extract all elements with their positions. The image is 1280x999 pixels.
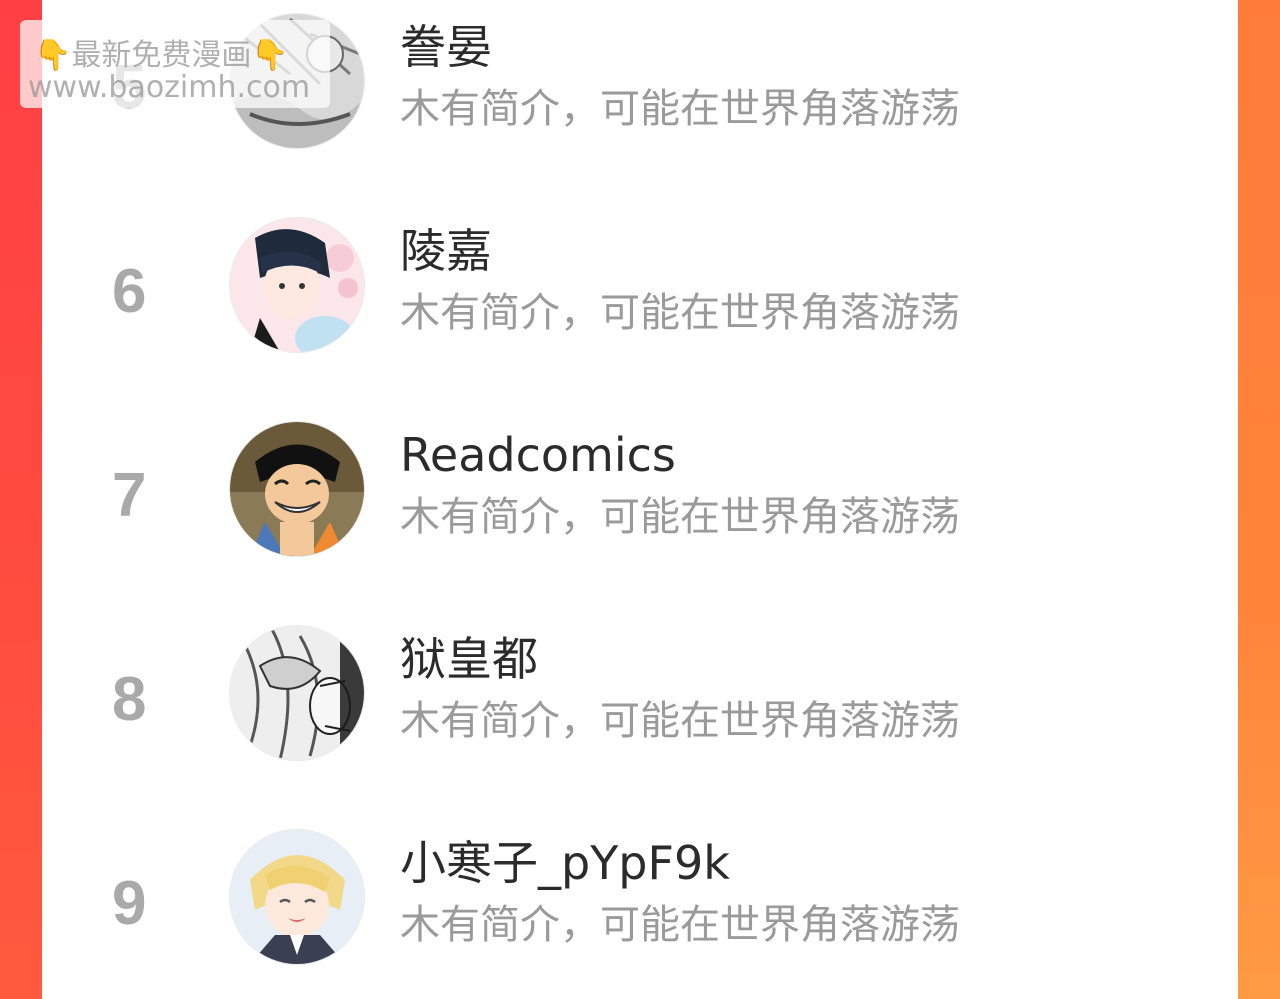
watermark-line-1: 👇最新免费漫画👇: [34, 30, 289, 74]
rank-number: 7: [112, 461, 147, 530]
site-watermark: 👇最新免费漫画👇 www.baozimh.com: [20, 20, 330, 108]
ranking-row-6[interactable]: 6 陵嘉 木有简介，可能在世界角落游荡: [42, 148, 1238, 352]
pointing-down-hand-icon: 👇: [251, 38, 289, 73]
pointing-down-hand-icon: 👇: [34, 38, 72, 73]
user-name[interactable]: 陵嘉: [400, 228, 492, 274]
rank-number: 9: [112, 869, 147, 938]
watermark-url: www.baozimh.com: [28, 70, 311, 105]
user-name[interactable]: 小寒子_pYpF9k: [400, 840, 730, 886]
user-bio: 木有简介，可能在世界角落游荡: [400, 290, 960, 336]
user-name[interactable]: Readcomics: [400, 432, 676, 478]
right-page-border: [1238, 0, 1280, 999]
user-name[interactable]: 狱皇都: [400, 636, 538, 682]
ranking-row-7[interactable]: 7 Readcomics 木有简介，可能在世界角落游荡: [42, 352, 1238, 556]
rank-number: 8: [112, 665, 147, 734]
user-name[interactable]: 誊晏: [400, 24, 492, 70]
straw-hat-avatar-icon[interactable]: [230, 422, 364, 556]
user-bio: 木有简介，可能在世界角落游荡: [400, 494, 960, 540]
left-page-border: [0, 0, 42, 999]
rank-number: 6: [112, 257, 147, 326]
watermark-text: 最新免费漫画: [71, 38, 252, 73]
ranking-row-9[interactable]: 9 小寒子_pYpF9k 木有简介，可能在世界角落游荡: [42, 760, 1238, 964]
anime-boy-avatar-icon[interactable]: [230, 218, 364, 352]
ink-sketch-avatar-icon[interactable]: [230, 626, 364, 760]
ranking-row-8[interactable]: 8 狱皇都 木有简介，可能在世界角落游荡: [42, 556, 1238, 760]
user-bio: 木有简介，可能在世界角落游荡: [400, 902, 960, 948]
ranking-panel: 5 誊晏 木有简介，可能在世界角落游荡 6: [42, 0, 1238, 999]
blonde-anime-avatar-icon[interactable]: [230, 830, 364, 964]
user-bio: 木有简介，可能在世界角落游荡: [400, 698, 960, 744]
user-bio: 木有简介，可能在世界角落游荡: [400, 86, 960, 132]
